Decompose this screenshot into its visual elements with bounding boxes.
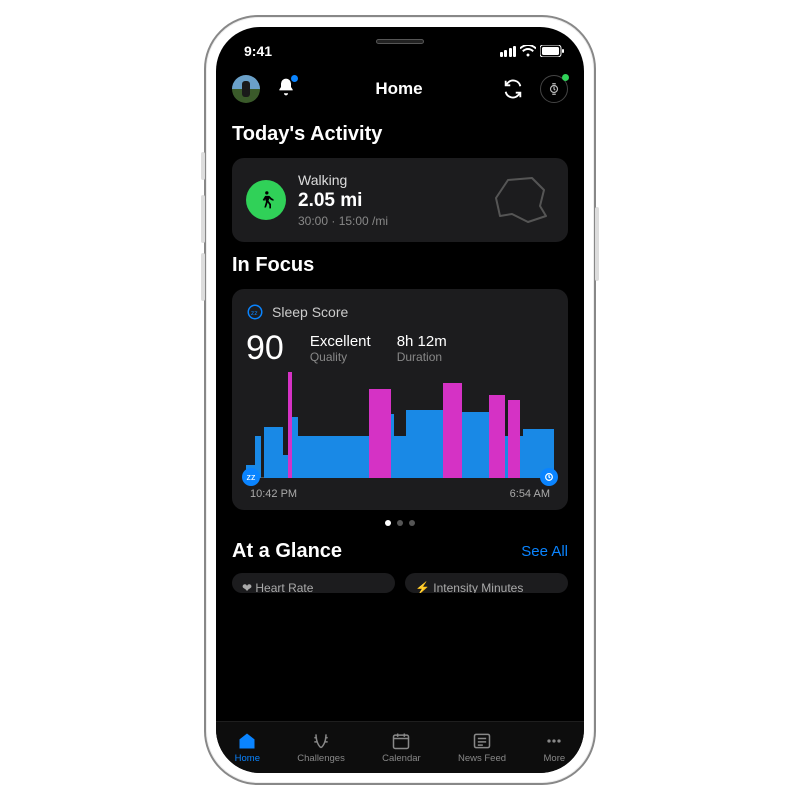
- status-time: 9:41: [244, 43, 272, 59]
- sleep-end-icon: [540, 468, 558, 486]
- activity-details: 30:00 · 15:00 /mi: [298, 214, 388, 228]
- sync-icon[interactable]: [502, 78, 524, 100]
- sleep-chart: zz 10:42 PM 6:54 AM: [246, 372, 554, 500]
- calendar-icon: [390, 731, 412, 751]
- sleep-quality-value: Excellent: [310, 333, 371, 350]
- battery-icon: [540, 45, 564, 57]
- notch: [316, 27, 484, 55]
- laurel-icon: [310, 731, 332, 751]
- cellular-icon: [500, 46, 517, 57]
- tab-bar: Home Challenges Calendar News Feed More: [216, 721, 584, 773]
- sleep-duration-value: 8h 12m: [397, 333, 447, 350]
- activity-card[interactable]: Walking 2.05 mi 30:00 · 15:00 /mi: [232, 158, 568, 242]
- device-button[interactable]: [540, 75, 568, 103]
- phone-frame: 9:41 Home: [204, 15, 596, 785]
- todays-activity-heading: Today's Activity: [232, 123, 568, 146]
- sleep-score-card[interactable]: zz Sleep Score 90 Excellent Quality 8h 1…: [232, 289, 568, 510]
- glance-card-heart-rate[interactable]: ❤ Heart Rate: [232, 573, 395, 593]
- sleep-card-label: Sleep Score: [272, 304, 348, 320]
- wifi-icon: [520, 45, 536, 57]
- in-focus-heading: In Focus: [232, 254, 568, 277]
- tab-calendar[interactable]: Calendar: [382, 731, 421, 764]
- activity-type: Walking: [298, 172, 388, 188]
- tab-challenges[interactable]: Challenges: [297, 731, 345, 764]
- sleep-duration-label: Duration: [397, 350, 447, 364]
- sleep-score-value: 90: [246, 329, 284, 368]
- newsfeed-icon: [471, 731, 493, 751]
- page-indicator[interactable]: [232, 520, 568, 526]
- tab-home[interactable]: Home: [235, 731, 260, 764]
- at-a-glance-heading: At a Glance: [232, 540, 342, 563]
- see-all-link[interactable]: See All: [521, 543, 568, 560]
- content[interactable]: Today's Activity Walking 2.05 mi 30:00 ·…: [216, 111, 584, 717]
- activity-distance: 2.05 mi: [298, 190, 388, 212]
- sleep-start-time: 10:42 PM: [250, 488, 297, 500]
- tab-more[interactable]: More: [543, 731, 565, 764]
- more-icon: [543, 731, 565, 751]
- sleep-icon: zz: [246, 303, 264, 321]
- watch-icon: [547, 82, 561, 96]
- page-title: Home: [375, 79, 422, 99]
- sleep-quality-label: Quality: [310, 350, 371, 364]
- nav-bar: Home: [216, 67, 584, 111]
- sleep-end-time: 6:54 AM: [510, 488, 550, 500]
- sleep-start-icon: zz: [242, 468, 260, 486]
- glance-card-intensity[interactable]: ⚡ Intensity Minutes: [405, 573, 568, 593]
- screen: 9:41 Home: [216, 27, 584, 773]
- route-map-icon: [488, 172, 554, 228]
- walking-icon: [246, 180, 286, 220]
- home-icon: [236, 731, 258, 751]
- profile-avatar[interactable]: [232, 75, 260, 103]
- svg-text:zz: zz: [251, 310, 258, 317]
- tab-newsfeed[interactable]: News Feed: [458, 731, 506, 764]
- notifications-button[interactable]: [276, 77, 296, 102]
